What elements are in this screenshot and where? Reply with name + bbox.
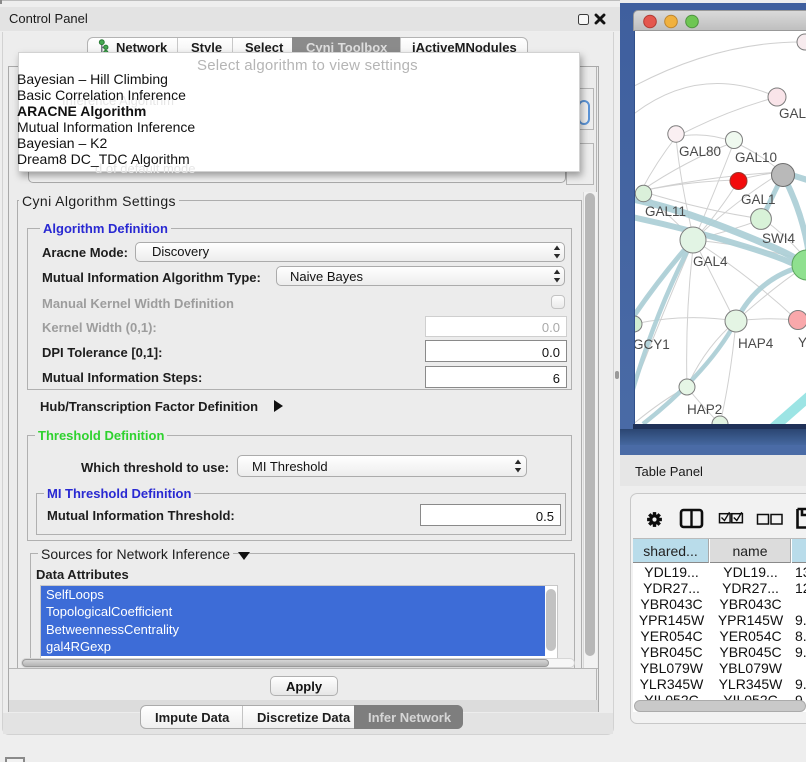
svg-text:GAL2: GAL2 (779, 106, 806, 121)
svg-text:GCY1: GCY1 (635, 337, 670, 352)
svg-text:GAL10: GAL10 (735, 150, 777, 165)
svg-text:HAP4: HAP4 (738, 336, 774, 351)
svg-text:GAL11: GAL11 (645, 204, 686, 219)
svg-text:GAL1: GAL1 (741, 192, 776, 207)
svg-text:GAL4: GAL4 (693, 254, 728, 269)
svg-text:GAL80: GAL80 (679, 144, 721, 159)
svg-text:YI: YI (798, 335, 806, 350)
svg-text:HAP2: HAP2 (687, 402, 722, 417)
svg-text:SWI4: SWI4 (762, 231, 795, 246)
